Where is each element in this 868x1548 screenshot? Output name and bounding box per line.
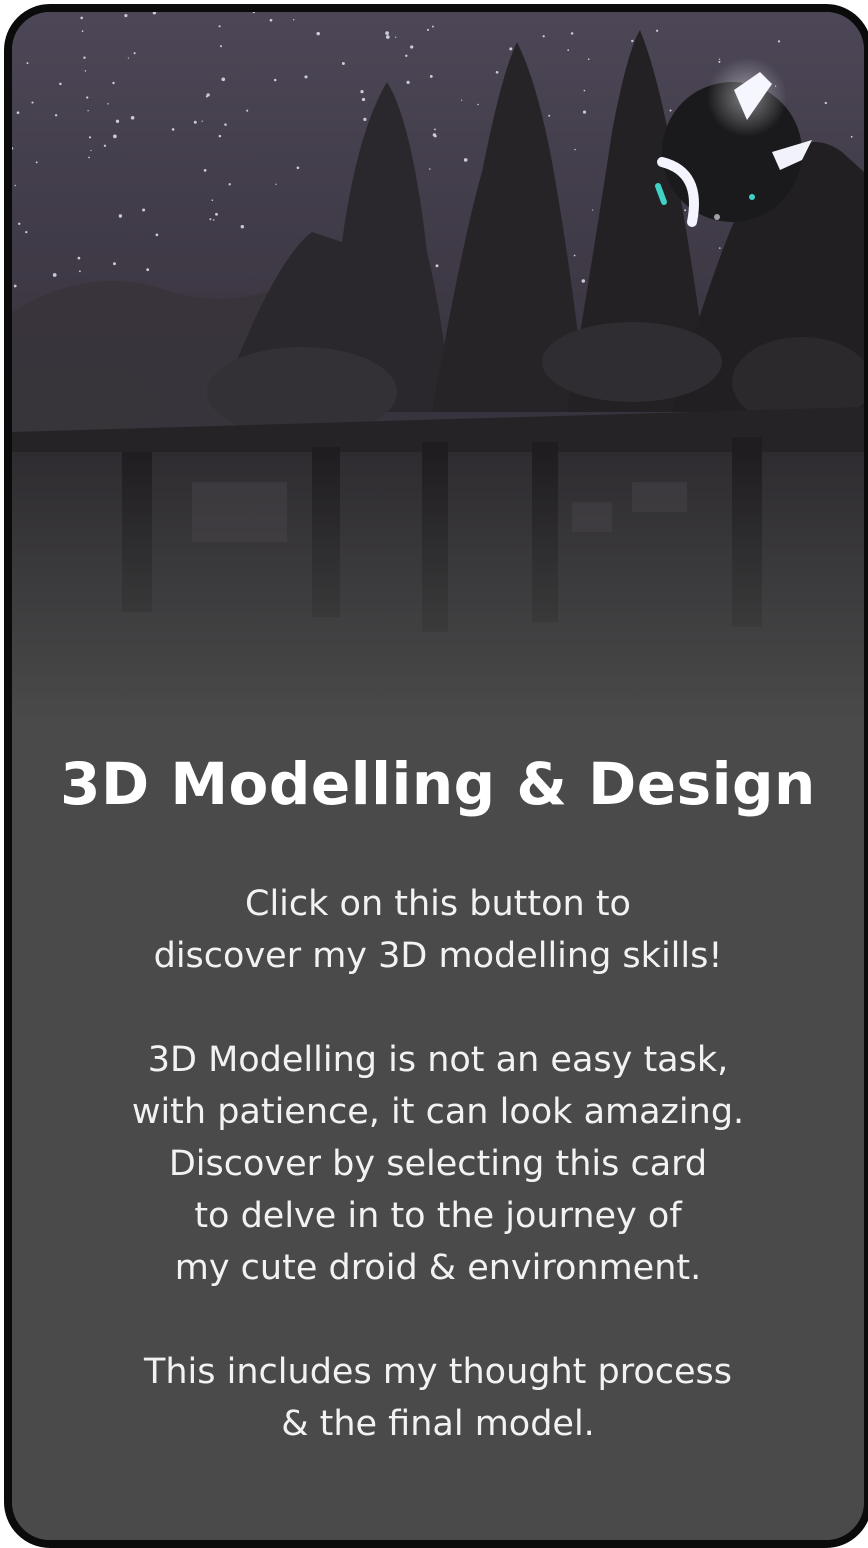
description-line: This includes my thought process <box>144 1352 732 1392</box>
description-line: Click on this button to <box>245 884 631 924</box>
description-line: my cute droid & environment. <box>174 1248 702 1288</box>
modelling-card[interactable]: 3D Modelling & Design Click on this butt… <box>4 4 868 1548</box>
card-title: 3D Modelling & Design <box>60 750 816 818</box>
description-line: to delve in to the journey of <box>194 1196 682 1236</box>
card-content: 3D Modelling & Design Click on this butt… <box>12 724 864 1540</box>
description-line: with patience, it can look amazing. <box>131 1092 745 1132</box>
card-description: Click on this button to discover my 3D m… <box>32 878 844 1450</box>
description-line: & the final model. <box>281 1404 595 1444</box>
description-line: discover my 3D modelling skills! <box>153 936 723 976</box>
description-line: Discover by selecting this card <box>168 1144 708 1184</box>
scene-image[interactable] <box>12 12 864 724</box>
description-line: 3D Modelling is not an easy task, <box>147 1040 729 1080</box>
